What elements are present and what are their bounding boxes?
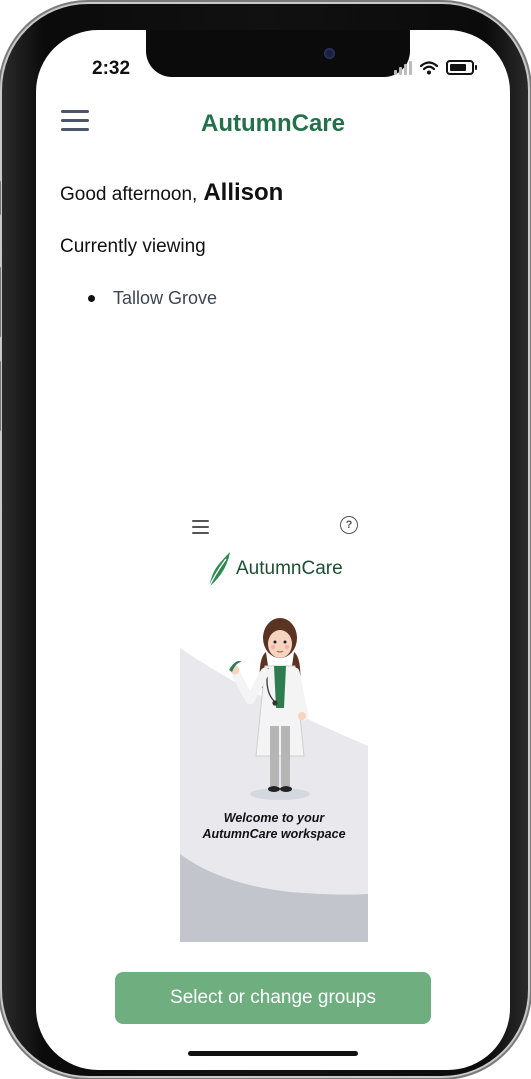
mute-switch bbox=[0, 180, 1, 216]
app-screen: 2:32 AutumnCare Good afternoon, Allison … bbox=[36, 30, 510, 1070]
greeting: Good afternoon, Allison bbox=[60, 179, 283, 207]
front-camera bbox=[324, 48, 335, 59]
volume-down-button bbox=[0, 360, 1, 432]
signal-icon bbox=[394, 60, 412, 75]
currently-viewing-label: Currently viewing bbox=[60, 236, 206, 257]
bullet-icon bbox=[88, 295, 95, 302]
app-title: AutumnCare bbox=[200, 110, 345, 137]
user-name: Allison bbox=[203, 179, 284, 206]
welcome-message: Welcome to your AutumnCare workspace bbox=[180, 810, 368, 842]
battery-icon bbox=[446, 60, 477, 75]
brand-logo: AutumnCare bbox=[206, 550, 343, 588]
phone-frame: 2:32 AutumnCare Good afternoon, Allison … bbox=[0, 4, 528, 1076]
notch bbox=[146, 30, 410, 77]
group-list-item: Tallow Grove bbox=[88, 288, 217, 309]
welcome-line-1: Welcome to your bbox=[223, 811, 325, 825]
welcome-illustration: ? AutumnCare Welcome to your AutumnCare … bbox=[180, 506, 368, 942]
group-name: Tallow Grove bbox=[113, 288, 218, 308]
greeting-prefix: Good afternoon, bbox=[60, 184, 198, 205]
status-icons bbox=[394, 60, 477, 75]
hamburger-menu-icon bbox=[192, 520, 209, 538]
welcome-line-2: AutumnCare workspace bbox=[202, 827, 346, 841]
wifi-icon bbox=[420, 60, 438, 74]
illustration-scene bbox=[180, 618, 368, 942]
question-circle-icon: ? bbox=[340, 516, 358, 534]
volume-up-button bbox=[0, 266, 1, 338]
select-groups-button[interactable]: Select or change groups bbox=[115, 972, 431, 1024]
home-indicator bbox=[188, 1051, 358, 1056]
status-time: 2:32 bbox=[92, 58, 131, 79]
brand-text: AutumnCare bbox=[236, 558, 343, 579]
leaf-logo-icon bbox=[208, 552, 230, 588]
